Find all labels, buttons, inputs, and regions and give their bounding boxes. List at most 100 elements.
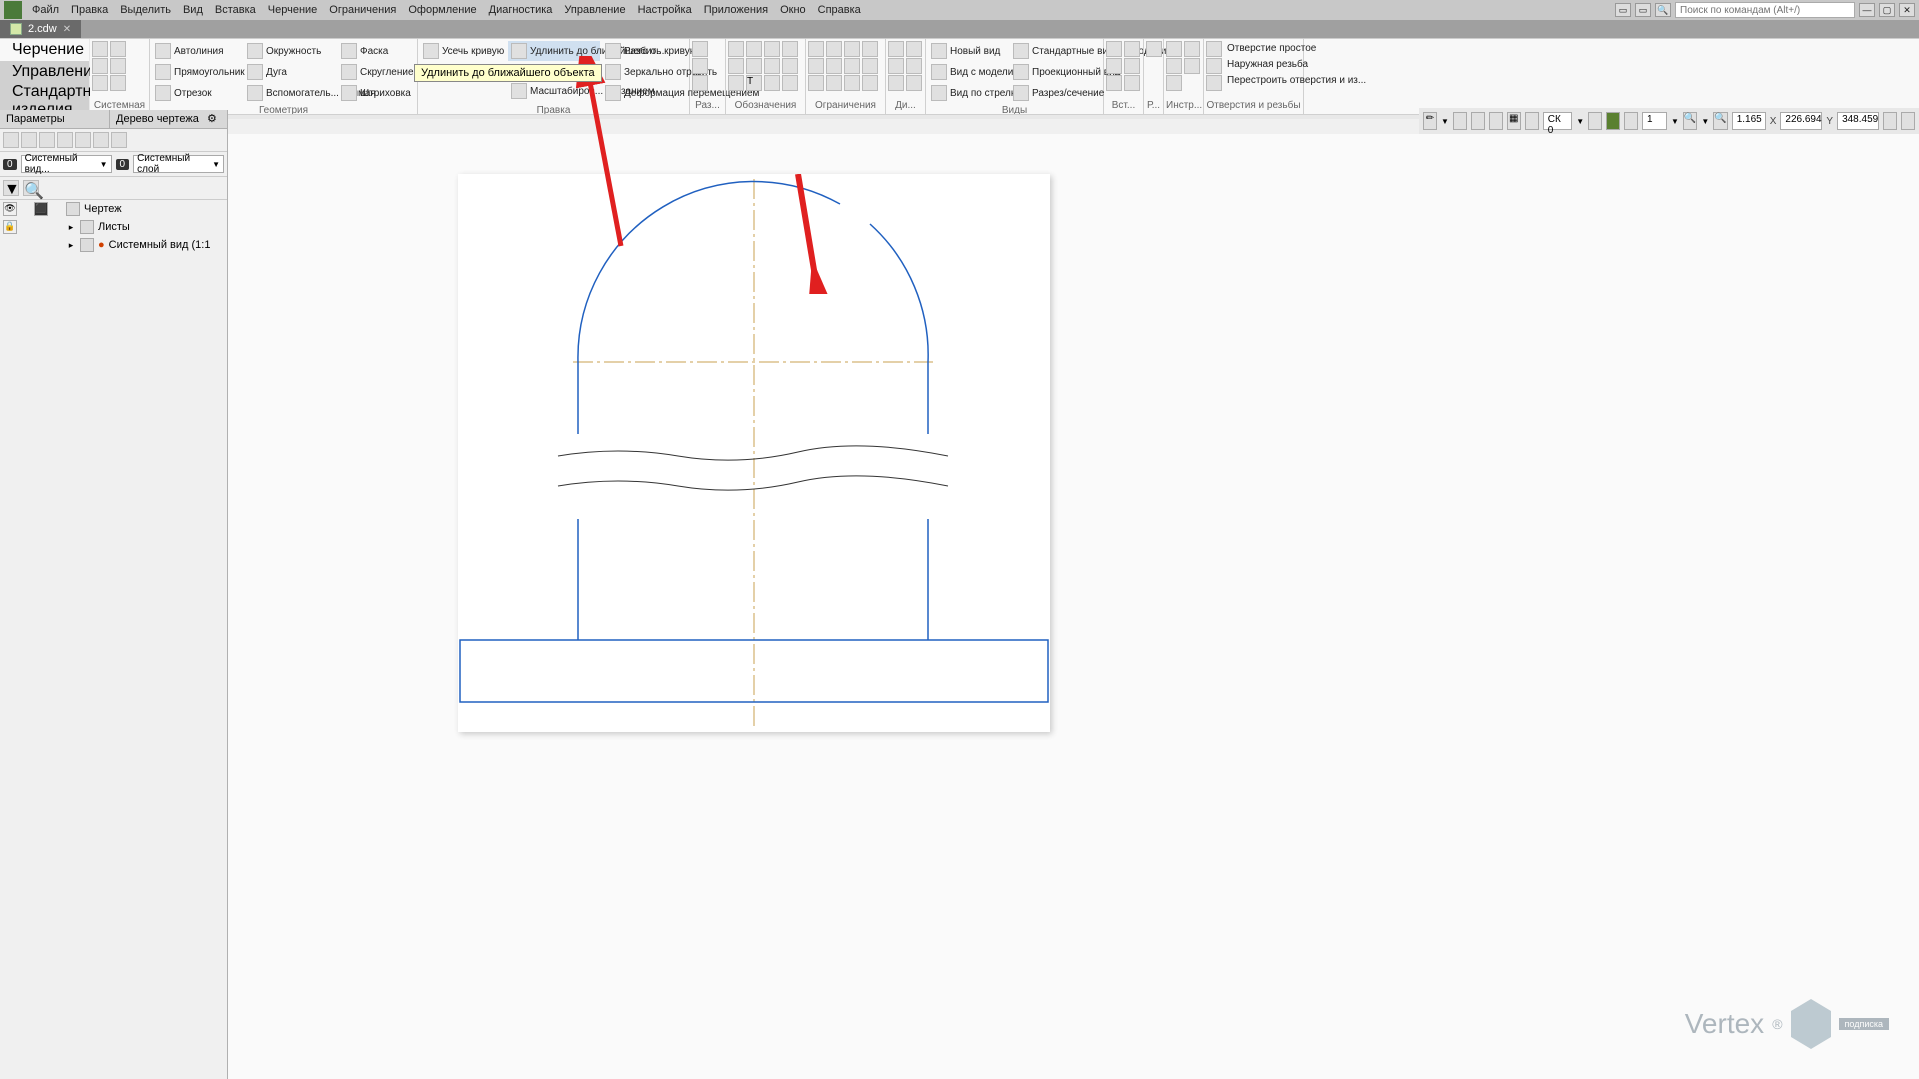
pt6-icon[interactable] — [93, 132, 109, 148]
aux-button[interactable]: Вспомогатель... прямая — [244, 83, 336, 103]
d3-icon[interactable] — [888, 75, 904, 91]
zoom-in-icon[interactable]: 🔍 — [1713, 112, 1727, 130]
thread-button[interactable]: Наружная резьба — [1224, 57, 1300, 72]
text-icon[interactable]: T — [746, 75, 762, 91]
tree-panel-header[interactable]: Дерево чертежа⚙ — [110, 110, 227, 129]
hatch-button[interactable]: Штриховка — [338, 83, 414, 103]
search-tree-icon[interactable]: 🔍 — [23, 180, 39, 196]
command-search-input[interactable] — [1675, 2, 1855, 18]
d1-icon[interactable] — [888, 41, 904, 57]
h2-icon[interactable] — [1206, 58, 1222, 74]
r1-icon[interactable] — [1146, 41, 1162, 57]
menu-format[interactable]: Оформление — [402, 4, 482, 16]
menu-manage[interactable]: Управление — [558, 4, 631, 16]
section-button[interactable]: Разрез/сечение — [1010, 83, 1100, 103]
note4-icon[interactable] — [746, 41, 762, 57]
sb-icon[interactable]: ✏ — [1423, 112, 1437, 130]
view-combo[interactable]: Системный вид...▼ — [21, 155, 112, 173]
note10-icon[interactable] — [782, 41, 798, 57]
x-field[interactable]: 226.694 — [1780, 112, 1822, 130]
close-button[interactable]: ✕ — [1899, 3, 1915, 17]
dim2-icon[interactable] — [692, 58, 708, 74]
autoline-button[interactable]: Автолиния — [152, 41, 242, 61]
lock-icon[interactable]: 🔒 — [3, 220, 17, 234]
t4-icon[interactable] — [1184, 41, 1200, 57]
note8-icon[interactable] — [764, 58, 780, 74]
i1-icon[interactable] — [1106, 41, 1122, 57]
note12-icon[interactable] — [782, 75, 798, 91]
layout-1-icon[interactable]: ▭ — [1615, 3, 1631, 17]
tree-sysview[interactable]: ▸ ● Системный вид (1:1 — [62, 236, 227, 254]
h3-icon[interactable] — [1206, 75, 1222, 91]
maximize-button[interactable]: ▢ — [1879, 3, 1895, 17]
redo-icon[interactable] — [110, 75, 126, 91]
menu-window[interactable]: Окно — [774, 4, 812, 16]
projview-button[interactable]: Проекционный вид — [1010, 62, 1100, 82]
pt1-icon[interactable] — [3, 132, 19, 148]
menu-constraints[interactable]: Ограничения — [323, 4, 402, 16]
c3-icon[interactable] — [808, 75, 824, 91]
sb-icon[interactable] — [1883, 112, 1897, 130]
sb-icon[interactable] — [1525, 112, 1539, 130]
c10-icon[interactable] — [862, 41, 878, 57]
note7-icon[interactable] — [764, 41, 780, 57]
rebuild-button[interactable]: Перестроить отверстия и из... — [1224, 73, 1300, 88]
t1-icon[interactable] — [1166, 41, 1182, 57]
trim-button[interactable]: Усечь кривую — [420, 41, 506, 61]
filter-icon[interactable]: ▼ — [3, 180, 19, 196]
layer-combo[interactable]: Системный слой▼ — [133, 155, 224, 173]
dim-icon[interactable] — [692, 41, 708, 57]
i4-icon[interactable] — [1124, 41, 1140, 57]
extend-button[interactable]: Удлинить до ближайшего о... — [508, 41, 600, 61]
pt4-icon[interactable] — [57, 132, 73, 148]
i5-icon[interactable] — [1124, 58, 1140, 74]
d6-icon[interactable] — [906, 75, 922, 91]
menu-insert[interactable]: Вставка — [209, 4, 262, 16]
col3-icon[interactable]: ⬛ — [34, 202, 48, 216]
d5-icon[interactable] — [906, 58, 922, 74]
c12-icon[interactable] — [862, 75, 878, 91]
tree-root[interactable]: Чертеж — [62, 200, 227, 218]
menu-select[interactable]: Выделить — [114, 4, 177, 16]
params-panel-header[interactable]: Параметры — [0, 110, 110, 129]
circle-button[interactable]: Окружность — [244, 41, 336, 61]
menu-help[interactable]: Справка — [812, 4, 867, 16]
arrowview-button[interactable]: Вид по стрелке — [928, 83, 1008, 103]
expander-icon[interactable]: ▸ — [66, 222, 76, 233]
canvas[interactable]: Vertex® подписка — [228, 134, 1919, 1079]
c4-icon[interactable] — [826, 41, 842, 57]
pt2-icon[interactable] — [21, 132, 37, 148]
eye-icon[interactable]: 👁 — [3, 202, 17, 216]
gear-icon[interactable]: ⚙ — [207, 112, 221, 126]
open-icon[interactable] — [92, 58, 108, 74]
expander-icon[interactable]: ▸ — [66, 240, 76, 251]
table-icon[interactable] — [764, 75, 780, 91]
break-button[interactable]: Разбить кривую — [602, 41, 688, 61]
fillet-button[interactable]: Скругление — [338, 62, 414, 82]
new-icon[interactable] — [92, 41, 108, 57]
deform-button[interactable]: Деформация перемещением — [602, 83, 688, 103]
scale-field[interactable]: 1 — [1642, 112, 1667, 130]
note1-icon[interactable] — [728, 41, 744, 57]
note2-icon[interactable] — [728, 58, 744, 74]
arc-button[interactable]: Дуга — [244, 62, 336, 82]
segment-button[interactable]: Отрезок — [152, 83, 242, 103]
menu-apps[interactable]: Приложения — [698, 4, 774, 16]
sb-icon[interactable] — [1471, 112, 1485, 130]
sb-icon[interactable] — [1606, 112, 1620, 130]
zoom-field[interactable]: 1.165 — [1732, 112, 1766, 130]
zoom-out-icon[interactable]: 🔍 — [1683, 112, 1697, 130]
d4-icon[interactable] — [906, 41, 922, 57]
i6-icon[interactable] — [1124, 75, 1140, 91]
note3-icon[interactable] — [728, 75, 744, 91]
h1-icon[interactable] — [1206, 41, 1222, 57]
c7-icon[interactable] — [844, 41, 860, 57]
t3-icon[interactable] — [1166, 75, 1182, 91]
ribbon-tab-manage[interactable]: Управление — [0, 61, 89, 83]
sb-icon[interactable] — [1489, 112, 1503, 130]
hole-button[interactable]: Отверстие простое — [1224, 41, 1300, 56]
pt7-icon[interactable] — [111, 132, 127, 148]
d2-icon[interactable] — [888, 58, 904, 74]
mirror-button[interactable]: Зеркально отразить — [602, 62, 688, 82]
c1-icon[interactable] — [808, 41, 824, 57]
